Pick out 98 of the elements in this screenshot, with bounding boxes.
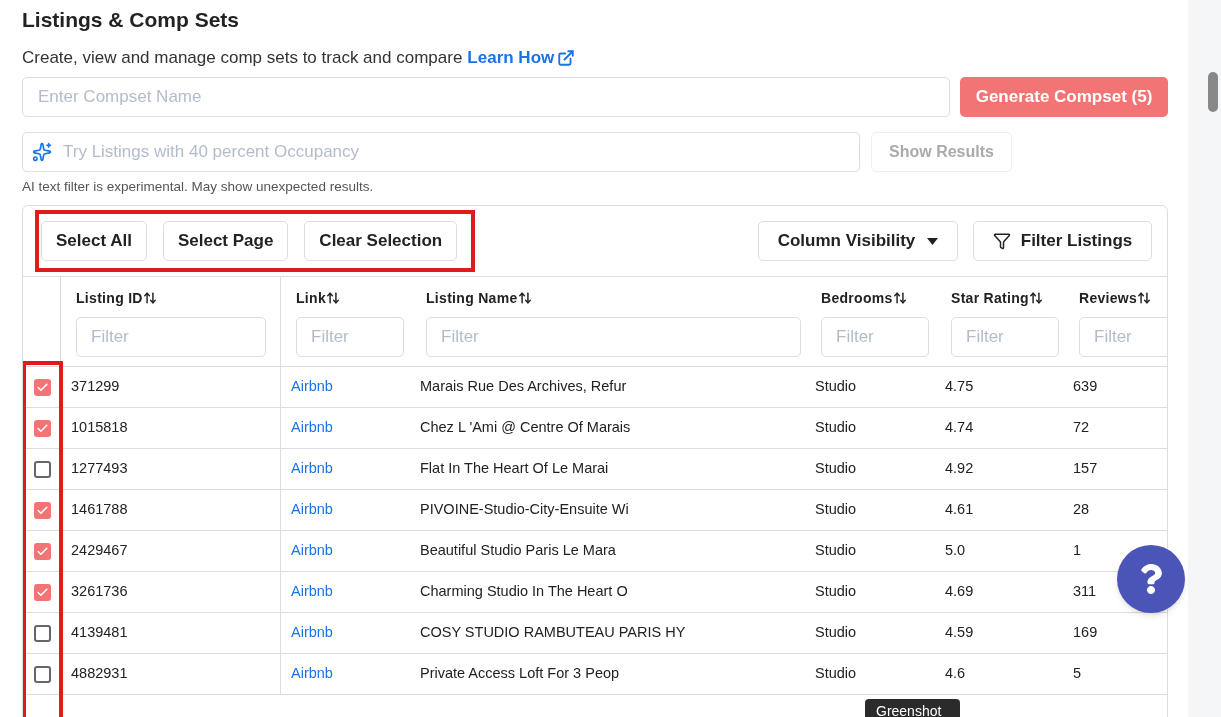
table-cell-text: 4.74 <box>945 418 974 438</box>
column-filter-field[interactable]: Filter <box>821 317 929 357</box>
table-cell-text: 1 <box>1073 541 1082 561</box>
table-cell-text: 5.0 <box>945 541 966 561</box>
ai-filter-field[interactable]: Try Listings with 40 percent Occupancy <box>22 132 860 172</box>
table-cell-text: 1461788 <box>71 500 128 520</box>
listing-link[interactable]: Airbnb <box>291 622 333 644</box>
sort-icon[interactable] <box>326 291 340 305</box>
table-cell-text: Marais Rue Des Archives, Refur <box>420 377 627 397</box>
table-cell-text: 4139481 <box>71 623 128 643</box>
table-cell-text: 4882931 <box>71 664 128 684</box>
table-cell-text: 371299 <box>71 377 120 397</box>
row-checkbox[interactable] <box>33 460 51 478</box>
column-filter-field[interactable]: Filter <box>951 317 1059 357</box>
sort-icon[interactable] <box>517 291 532 305</box>
table-cell-text: Studio <box>815 459 857 479</box>
sort-icon[interactable] <box>142 291 157 305</box>
table-cell-text: 311 <box>1073 582 1097 602</box>
table-cell-text: 28 <box>1073 500 1090 520</box>
column-filter-field[interactable]: Filter <box>76 317 266 357</box>
listing-link[interactable]: Airbnb <box>291 458 333 480</box>
selection-button[interactable]: Clear Selection <box>304 221 458 261</box>
column-header[interactable]: Listing Name <box>426 287 518 309</box>
row-checkbox[interactable] <box>33 665 51 683</box>
table-cell-text: Studio <box>815 582 857 602</box>
table-cell-text: COSY STUDIO RAMBUTEAU PARIS HY <box>420 623 686 643</box>
table-cell-text: 72 <box>1073 418 1090 438</box>
table-cell-text: Flat In The Heart Of Le Marai <box>420 459 609 479</box>
listing-link[interactable]: Airbnb <box>291 376 333 398</box>
column-header[interactable]: Star Rating <box>951 287 1029 309</box>
page-title: Listings & Comp Sets <box>22 7 240 33</box>
check-icon <box>35 421 49 435</box>
column-visibility-dropdown[interactable]: Column Visibility <box>758 221 958 261</box>
table-cell-text: 169 <box>1073 623 1098 643</box>
column-header[interactable]: Bedrooms <box>821 287 893 309</box>
listing-link[interactable]: Airbnb <box>291 581 333 603</box>
filter-icon <box>992 232 1011 250</box>
column-filter-field[interactable]: Filter <box>1079 317 1167 357</box>
row-checkbox[interactable] <box>33 542 51 560</box>
check-icon <box>35 585 49 599</box>
sort-icon[interactable] <box>892 291 907 305</box>
column-filter-field[interactable]: Filter <box>426 317 801 357</box>
column-header[interactable]: Listing ID <box>76 287 143 309</box>
compset-name-field[interactable]: Enter Compset Name <box>22 77 950 117</box>
filter-listings-button[interactable]: Filter Listings <box>973 221 1152 261</box>
ai-filter-note: AI text filter is experimental. May show unexpected results. <box>22 178 374 196</box>
row-checkbox[interactable] <box>33 419 51 437</box>
row-checkbox[interactable] <box>33 624 51 642</box>
help-button[interactable] <box>1117 545 1185 613</box>
table-cell-text: Beautiful Studio Paris Le Mara <box>420 541 616 561</box>
table-cell-text: Chez L 'Ami @ Centre Of Marais <box>420 418 631 438</box>
table-cell-text: 4.6 <box>945 664 966 684</box>
page-description: Create, view and manage comp sets to track and compare <box>22 47 463 69</box>
column-header[interactable]: Reviews <box>1079 287 1138 309</box>
table-cell-text: 4.69 <box>945 582 974 602</box>
table-cell-text: 639 <box>1073 377 1098 397</box>
scrollbar-thumb[interactable] <box>1208 72 1218 112</box>
table-cell-text: Studio <box>815 418 857 438</box>
table-cell-text: 4.59 <box>945 623 974 643</box>
check-icon <box>35 503 49 517</box>
table-cell-text: Studio <box>815 541 857 561</box>
listing-link[interactable]: Airbnb <box>291 663 333 685</box>
table-cell-text: 157 <box>1073 459 1098 479</box>
tooltip: Greenshot <box>865 699 960 717</box>
table-cell-text: PIVOINE-Studio-City-Ensuite Wi <box>420 500 629 520</box>
row-checkbox[interactable] <box>33 501 51 519</box>
row-checkbox[interactable] <box>33 583 51 601</box>
listing-link[interactable]: Airbnb <box>291 417 333 439</box>
table-cell-text: Studio <box>815 623 857 643</box>
table-cell-text: Charming Studio In The Heart O <box>420 582 628 602</box>
table-cell-text: Studio <box>815 377 857 397</box>
selection-button[interactable]: Select Page <box>162 221 289 261</box>
table-cell-text: Studio <box>815 664 857 684</box>
column-header[interactable]: Link <box>296 287 326 309</box>
table-cell-text: 3261736 <box>71 582 128 602</box>
listing-link[interactable]: Airbnb <box>291 540 333 562</box>
table-cell-text: 2429467 <box>71 541 128 561</box>
table-cell-text: 4.92 <box>945 459 974 479</box>
question-mark-icon <box>1138 564 1164 594</box>
table-cell-text: Studio <box>815 500 857 520</box>
column-filter-field[interactable]: Filter <box>296 317 404 357</box>
table-cell-text: 4.61 <box>945 500 974 520</box>
check-icon <box>35 544 49 558</box>
table-cell-text: 4.75 <box>945 377 974 397</box>
listing-link[interactable]: Airbnb <box>291 499 333 521</box>
learn-how-link[interactable]: Learn How <box>467 46 555 70</box>
table-cell-text: Private Access Loft For 3 Peop <box>420 664 620 684</box>
sort-icon[interactable] <box>1137 291 1152 305</box>
sort-icon[interactable] <box>1029 291 1043 305</box>
table-cell-text: 1015818 <box>71 418 128 438</box>
sparkle-icon <box>32 142 52 162</box>
caret-icon <box>927 237 939 245</box>
external-link-icon <box>557 49 576 67</box>
check-icon <box>35 380 49 394</box>
table-cell-text: 1277493 <box>71 459 128 479</box>
table-cell-text: 5 <box>1073 664 1082 684</box>
row-checkbox[interactable] <box>33 378 51 396</box>
selection-button[interactable]: Select All <box>41 221 147 261</box>
